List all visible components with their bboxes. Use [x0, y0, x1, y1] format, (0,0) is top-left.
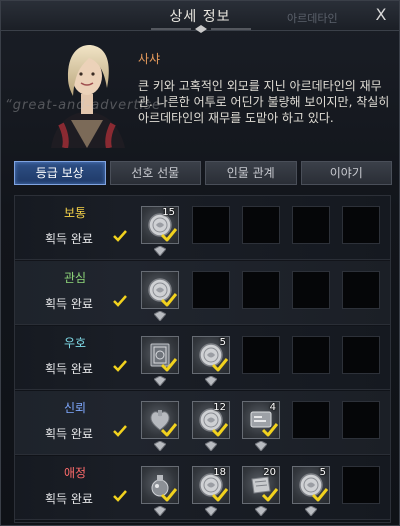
reward-row: 우호획득 완료 5 — [15, 326, 390, 390]
empty-reward-slot — [192, 271, 230, 309]
check-icon — [161, 293, 177, 307]
watermark-text: “great-and-advertise — [5, 98, 161, 113]
reward-slot[interactable]: 15 — [141, 206, 179, 244]
grade-gem-icon — [154, 441, 166, 451]
item-count: 4 — [269, 402, 276, 413]
acquired-status: 획득 완료 — [45, 492, 93, 506]
character-description: 큰 키와 고혹적인 외모를 지닌 아르데타인의 재무관. 나른한 어투로 어딘가… — [138, 79, 390, 125]
tier-name: 보통 — [63, 206, 87, 220]
reward-slot[interactable]: 18 — [192, 466, 230, 504]
character-name: 사샤 — [138, 52, 161, 66]
empty-reward-slot — [342, 401, 380, 439]
window-title: 상세 정보 — [169, 9, 231, 25]
check-icon — [212, 358, 228, 372]
empty-reward-slot — [342, 271, 380, 309]
check-icon — [113, 425, 127, 437]
reward-slot[interactable]: 4 — [242, 401, 280, 439]
grade-gem-icon — [154, 506, 166, 516]
tier-name: 신뢰 — [63, 401, 87, 415]
tab-bar: 등급 보상 선호 선물 인물 관계 이야기 — [14, 161, 392, 185]
reward-slot[interactable] — [141, 271, 179, 309]
check-icon — [113, 230, 127, 242]
grade-gem-icon — [205, 376, 217, 386]
empty-reward-slot — [242, 271, 280, 309]
check-icon — [161, 358, 177, 372]
empty-reward-slot — [342, 466, 380, 504]
empty-reward-slot — [292, 401, 330, 439]
empty-reward-slot — [292, 271, 330, 309]
acquired-status: 획득 완료 — [45, 427, 93, 441]
empty-reward-slot — [342, 336, 380, 374]
tier-name: 애정 — [63, 466, 87, 480]
reward-row: 보통획득 완료 15 — [15, 196, 390, 260]
empty-reward-slot — [342, 206, 380, 244]
check-icon — [161, 423, 177, 437]
grade-gem-icon — [154, 376, 166, 386]
reward-slot[interactable] — [141, 466, 179, 504]
tier-name: 우호 — [63, 336, 87, 350]
empty-reward-slot — [242, 336, 280, 374]
close-button[interactable]: X — [371, 4, 391, 26]
tab-grade-reward[interactable]: 등급 보상 — [14, 161, 106, 185]
check-icon — [262, 488, 278, 502]
item-count: 18 — [213, 467, 226, 478]
grade-gem-icon — [154, 311, 166, 321]
empty-reward-slot — [192, 206, 230, 244]
grade-gem-icon — [154, 246, 166, 256]
tab-story[interactable]: 이야기 — [300, 161, 392, 185]
tab-relationships[interactable]: 인물 관계 — [205, 161, 297, 185]
check-icon — [113, 360, 127, 372]
grade-gem-icon — [205, 441, 217, 451]
acquired-status: 획득 완료 — [45, 232, 93, 246]
reward-slot[interactable] — [141, 336, 179, 374]
tier-name: 관심 — [63, 271, 87, 285]
item-count: 20 — [263, 467, 276, 478]
empty-reward-slot — [242, 206, 280, 244]
check-icon — [212, 488, 228, 502]
reward-slot[interactable]: 20 — [242, 466, 280, 504]
check-icon — [161, 228, 177, 242]
character-portrait — [51, 45, 125, 148]
check-icon — [212, 423, 228, 437]
title-bar[interactable]: 상세 정보 아르데타인 X — [1, 1, 399, 33]
reward-row: 신뢰획득 완료 12 4 — [15, 391, 390, 455]
item-count: 5 — [219, 337, 226, 348]
grade-gem-icon — [205, 506, 217, 516]
item-count: 12 — [213, 402, 226, 413]
empty-reward-slot — [292, 336, 330, 374]
reward-slot[interactable]: 5 — [192, 336, 230, 374]
detail-info-window: 상세 정보 아르데타인 X 사샤 큰 키와 고혹적인 외모를 지닌 아르데타인의… — [0, 0, 400, 526]
tab-preferred-gift[interactable]: 선호 선물 — [109, 161, 201, 185]
character-profile: 사샤 큰 키와 고혹적인 외모를 지닌 아르데타인의 재무관. 나른한 어투로 … — [1, 32, 399, 152]
check-icon — [113, 295, 127, 307]
reward-row: 애정획득 완료 18 20 5 — [15, 456, 390, 520]
ghost-title: 아르데타인 — [287, 12, 338, 25]
item-count: 15 — [162, 207, 175, 218]
acquired-status: 획득 완료 — [45, 362, 93, 376]
reward-slot[interactable]: 5 — [292, 466, 330, 504]
reward-row: 관심획득 완료 — [15, 261, 390, 325]
reward-slot[interactable] — [141, 401, 179, 439]
item-count: 5 — [319, 467, 326, 478]
check-icon — [161, 488, 177, 502]
check-icon — [262, 423, 278, 437]
check-icon — [312, 488, 328, 502]
check-icon — [113, 490, 127, 502]
reward-slot[interactable]: 12 — [192, 401, 230, 439]
grade-gem-icon — [255, 506, 267, 516]
grade-gem-icon — [305, 506, 317, 516]
empty-reward-slot — [292, 206, 330, 244]
reward-list: 보통 획득 완료 15 관심 획득 완료 우호 획득 완료 5 신뢰 획득 완료 12 4 애정 획득 완… — [14, 195, 391, 523]
acquired-status: 획득 완료 — [45, 297, 93, 311]
grade-gem-icon — [255, 441, 267, 451]
